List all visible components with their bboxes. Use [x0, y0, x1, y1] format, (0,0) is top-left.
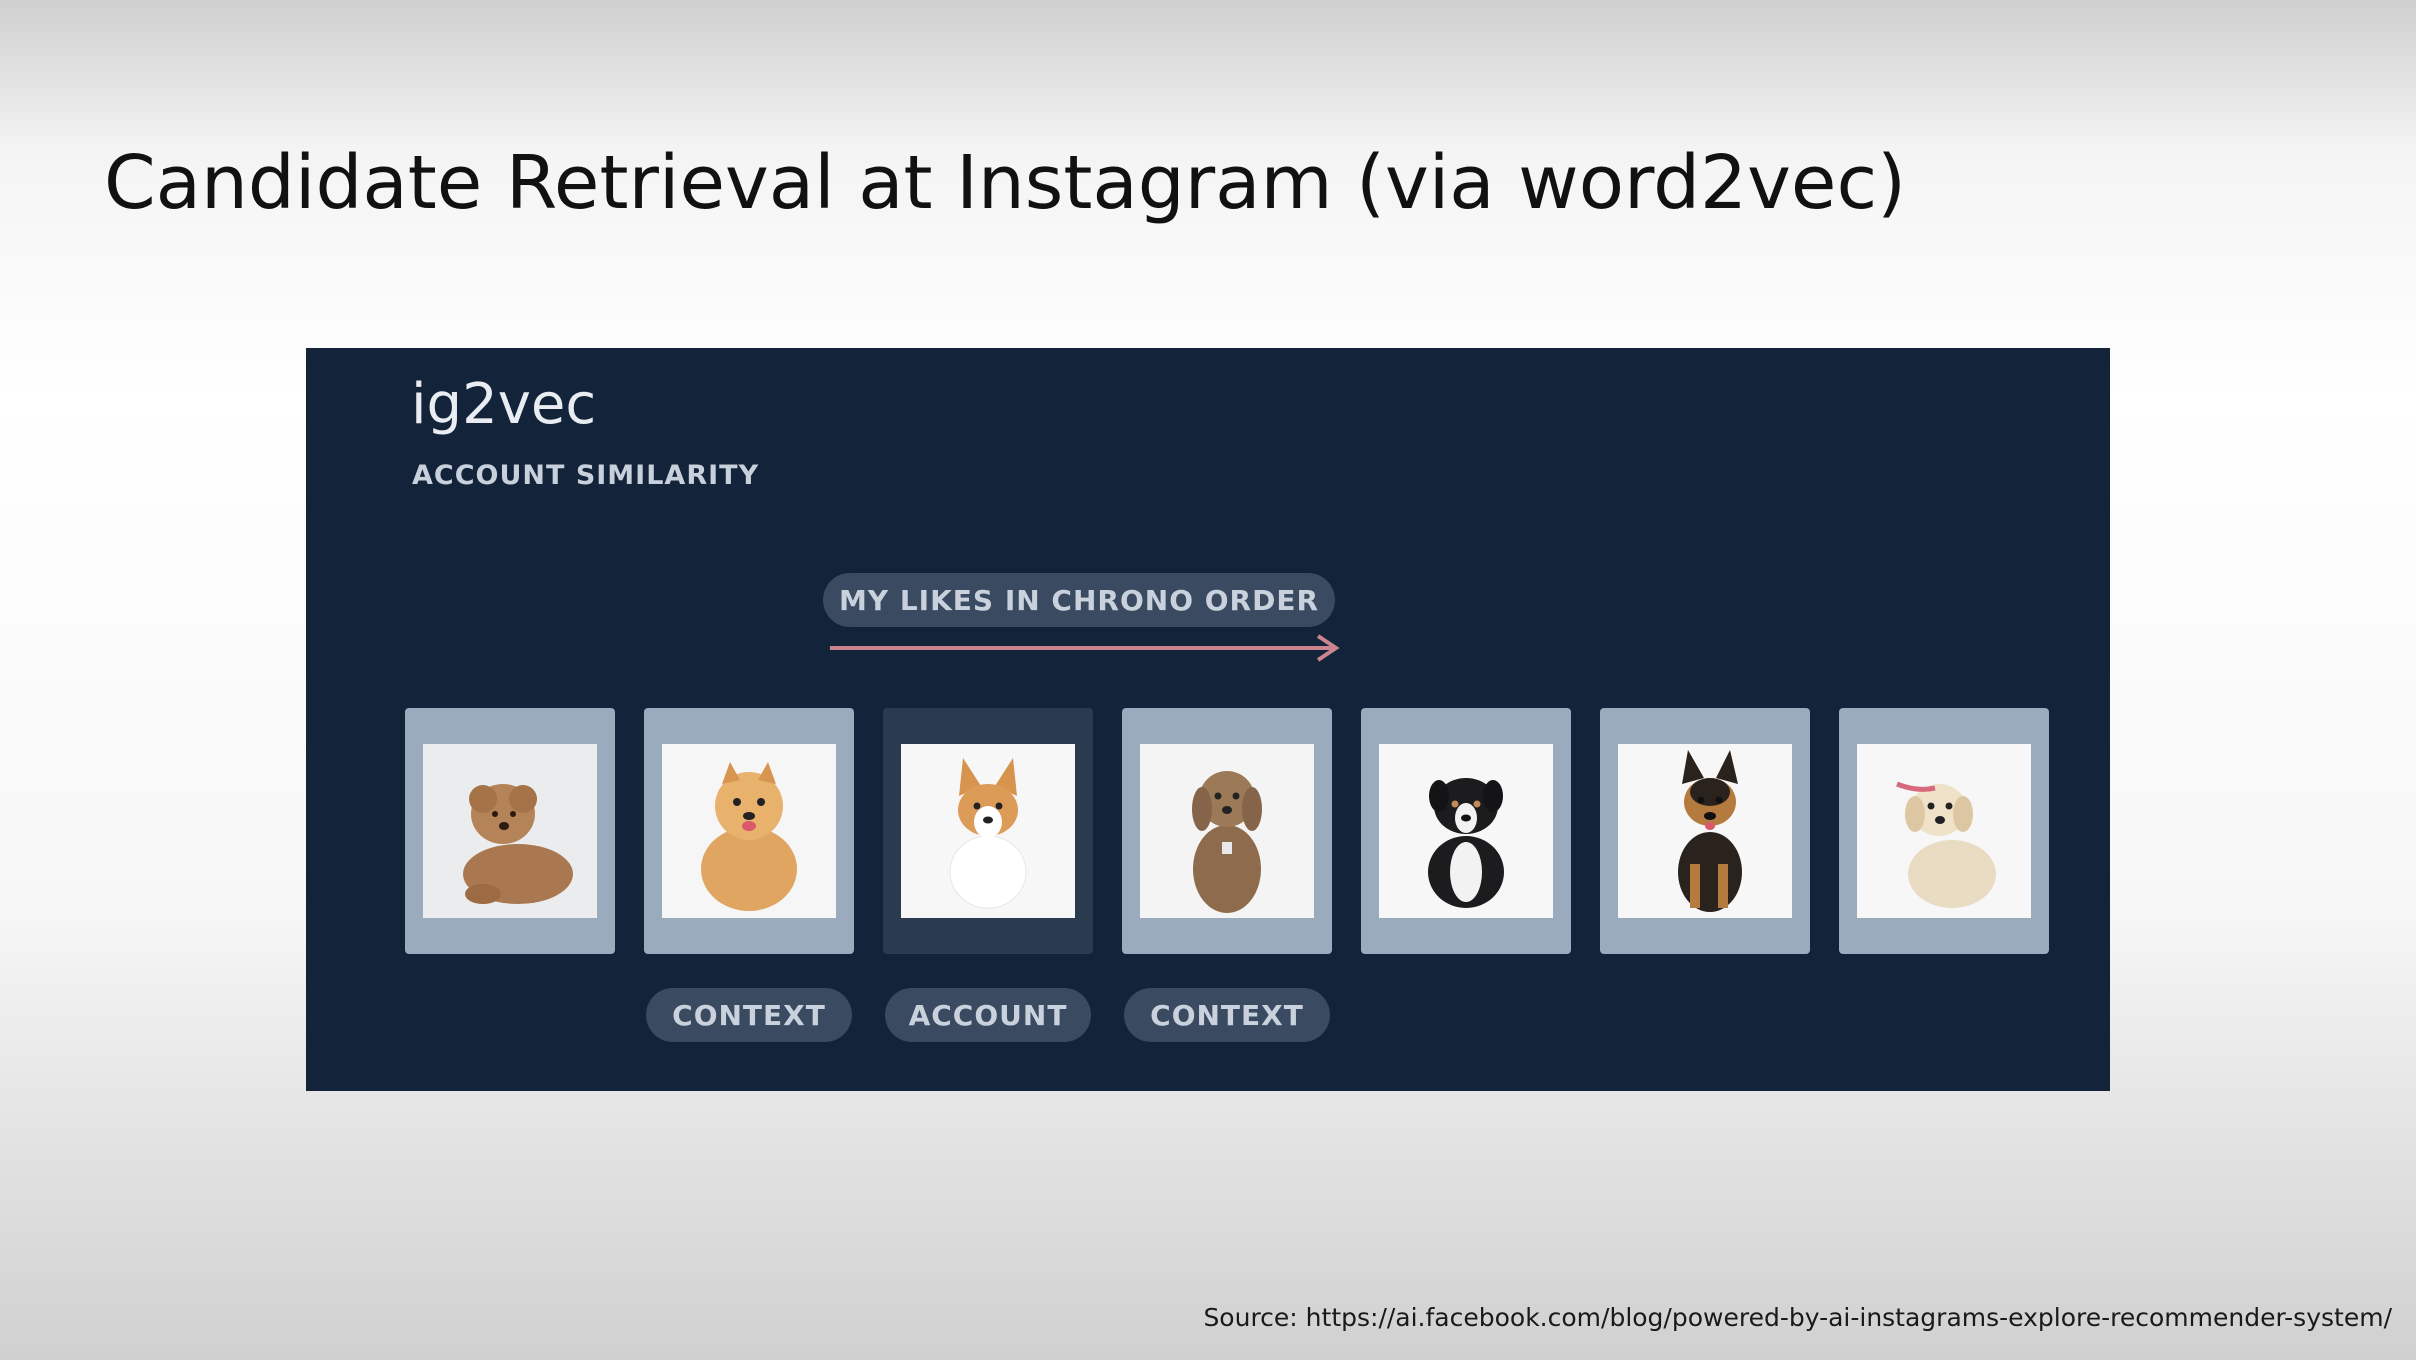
- context-label-left: CONTEXT: [646, 988, 852, 1042]
- liked-post-card-3: [883, 708, 1093, 954]
- liked-post-card-5: [1361, 708, 1571, 954]
- slide-title: Candidate Retrieval at Instagram (via wo…: [104, 140, 1907, 226]
- liked-post-card-6: [1600, 708, 1810, 954]
- panel-subtitle: ACCOUNT SIMILARITY: [412, 460, 760, 491]
- poodle-photo: [423, 744, 597, 918]
- golden-retriever-photo: [1857, 744, 2031, 918]
- panel-title: ig2vec: [411, 372, 597, 437]
- liked-post-card-1: [405, 708, 615, 954]
- liked-post-card-4: [1122, 708, 1332, 954]
- border-collie-photo: [1379, 744, 1553, 918]
- pomeranian-photo: [662, 744, 836, 918]
- german-shepherd-photo: [1618, 744, 1792, 918]
- source-citation: Source: https://ai.facebook.com/blog/pow…: [1203, 1303, 2392, 1332]
- chrono-arrow-icon: [830, 634, 1340, 662]
- corgi-photo: [901, 744, 1075, 918]
- liked-post-card-7: [1839, 708, 2049, 954]
- liked-post-card-2: [644, 708, 854, 954]
- context-label-right: CONTEXT: [1124, 988, 1330, 1042]
- cockapoo-photo: [1140, 744, 1314, 918]
- account-label: ACCOUNT: [885, 988, 1091, 1042]
- ig2vec-panel: ig2vec ACCOUNT SIMILARITY MY LIKES IN CH…: [306, 348, 2110, 1091]
- sequence-label-pill: MY LIKES IN CHRONO ORDER: [823, 573, 1335, 627]
